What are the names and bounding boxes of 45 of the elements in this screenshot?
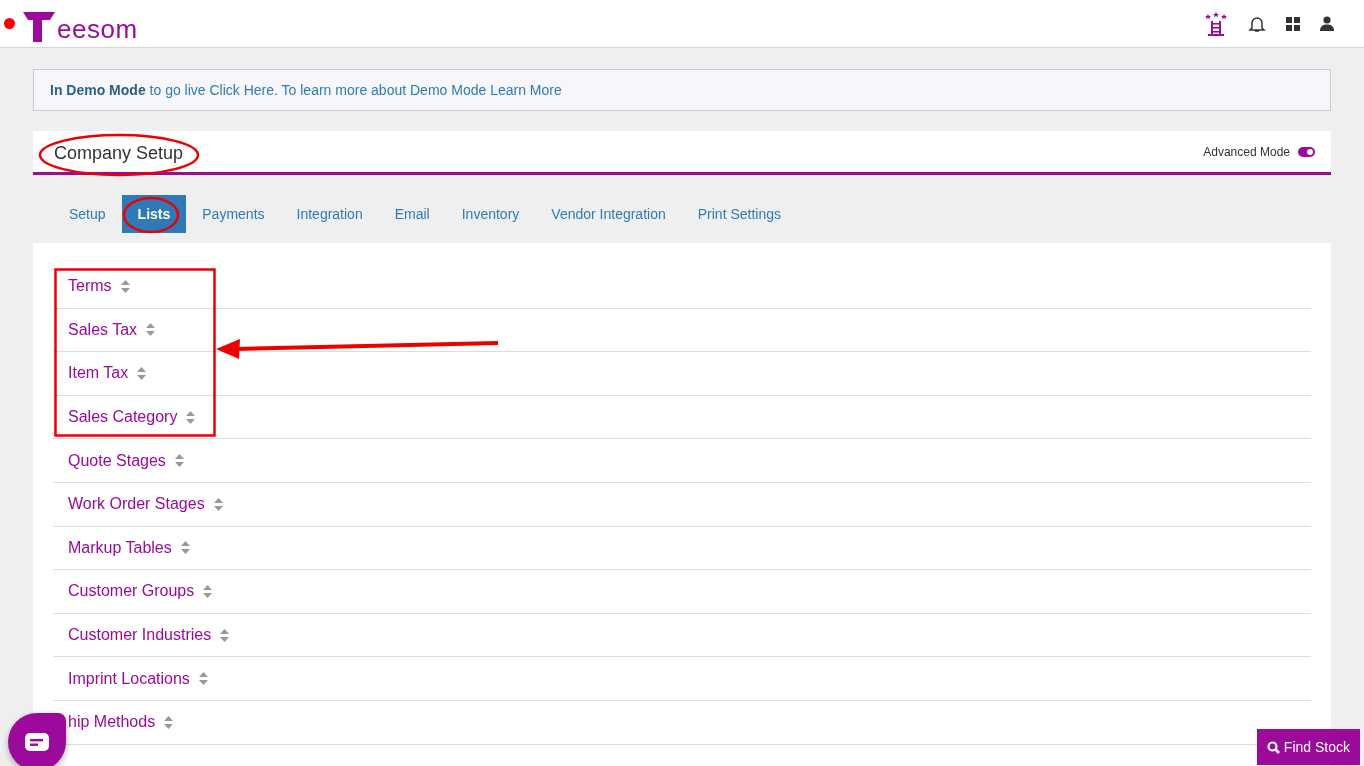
- sort-icon[interactable]: [174, 454, 184, 468]
- user-icon[interactable]: [1320, 16, 1334, 31]
- sort-icon[interactable]: [213, 497, 223, 511]
- list-link[interactable]: Imprint Locations: [68, 669, 190, 688]
- list-link[interactable]: Terms: [68, 277, 112, 296]
- page-title: Company Setup: [54, 142, 184, 164]
- list-link[interactable]: Customer Industries: [68, 626, 212, 645]
- ladder-stars-icon[interactable]: [1204, 11, 1228, 36]
- list-link[interactable]: Item Tax: [68, 364, 129, 383]
- chat-icon: [25, 733, 49, 751]
- tab[interactable]: Integration: [280, 195, 379, 233]
- chat-button[interactable]: [8, 713, 66, 766]
- list-link[interactable]: Sales Category: [68, 408, 178, 427]
- bell-icon[interactable]: [1248, 14, 1266, 33]
- list-link[interactable]: Sales Tax: [68, 320, 138, 339]
- tab[interactable]: Payments: [186, 195, 281, 233]
- demo-mode-notice: In Demo Mode to go live Click Here. To learn more about Demo Mode Learn More: [33, 69, 1331, 111]
- list-link[interactable]: Work Order Stages: [68, 495, 205, 514]
- sort-icon[interactable]: [220, 628, 230, 642]
- advanced-mode-label: Advanced Mode: [1203, 144, 1290, 159]
- sort-icon[interactable]: [146, 323, 156, 337]
- advanced-mode-toggle[interactable]: [1298, 146, 1315, 157]
- tab[interactable]: Setup: [53, 195, 122, 233]
- sort-icon[interactable]: [203, 584, 213, 598]
- logo-text: eesom: [57, 15, 138, 42]
- tab[interactable]: Print Settings: [681, 195, 797, 233]
- highlight-ellipse: [122, 195, 180, 235]
- search-icon: [1266, 740, 1280, 754]
- sort-icon[interactable]: [180, 541, 190, 555]
- sort-icon[interactable]: [186, 410, 196, 424]
- tab[interactable]: Vendor Integration: [535, 195, 682, 233]
- sort-icon[interactable]: [198, 672, 208, 686]
- sort-icon[interactable]: [120, 279, 130, 293]
- grid-icon[interactable]: [1286, 16, 1300, 31]
- tab[interactable]: Email: [378, 195, 446, 233]
- list-link[interactable]: Customer Groups: [68, 582, 195, 601]
- list-link[interactable]: Quote Stages: [68, 451, 166, 470]
- tab[interactable]: Inventory: [445, 195, 536, 233]
- list-link[interactable]: hip Methods: [68, 713, 156, 732]
- sort-icon[interactable]: [164, 715, 174, 729]
- logo-icon: [21, 11, 57, 42]
- find-stock-button[interactable]: Find Stock: [1256, 729, 1360, 765]
- sort-icon[interactable]: [137, 367, 147, 380]
- status-dot: [4, 18, 15, 29]
- list-link[interactable]: Markup Tables: [68, 538, 172, 557]
